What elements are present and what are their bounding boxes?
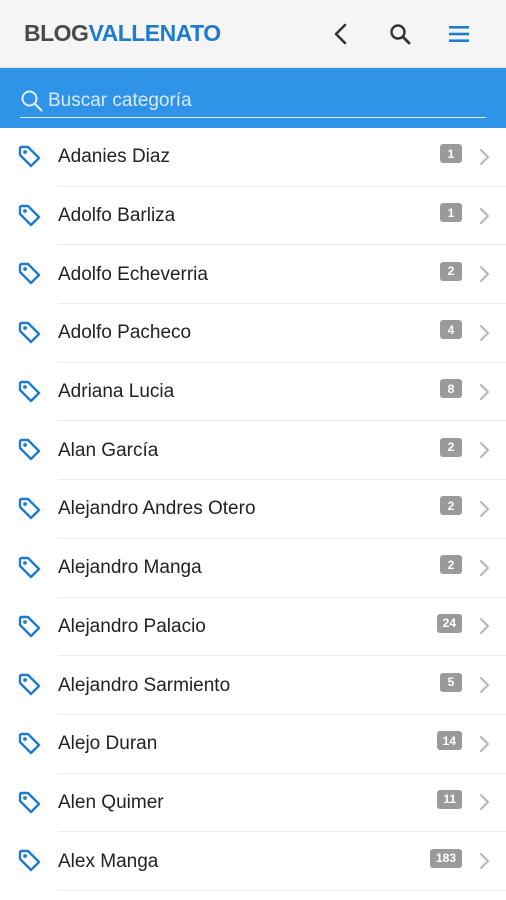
category-row[interactable]: Alejandro Palacio 24 [0, 598, 506, 657]
category-name: Alex Manga [58, 850, 159, 872]
category-name: Alejo Duran [58, 733, 158, 755]
post-count-badge: 4 [440, 320, 462, 340]
tag-icon [18, 732, 41, 755]
search-icon [389, 23, 410, 44]
category-row[interactable]: Adolfo Barliza 1 [0, 187, 506, 246]
tag-icon [18, 145, 41, 168]
chevron-right-icon [480, 324, 489, 341]
search-bar [0, 68, 506, 128]
tag-icon [18, 204, 41, 226]
tag-icon [18, 615, 41, 637]
category-name: Adolfo Barliza [58, 205, 176, 227]
post-count-badge: 183 [429, 848, 462, 868]
post-count-badge: 2 [440, 437, 462, 457]
post-count-badge: 24 [436, 613, 462, 633]
category-row[interactable]: Adolfo Pacheco 4 [0, 304, 506, 363]
category-name: Adriana Lucia [58, 381, 175, 403]
category-name: Alejandro Sarmiento [58, 674, 231, 696]
tag-icon [18, 673, 41, 696]
chevron-right-icon [480, 500, 489, 517]
back-button[interactable] [311, 0, 370, 68]
post-count-badge: 14 [436, 731, 462, 751]
post-count-badge: 11 [437, 789, 462, 809]
category-name: Alan García [58, 439, 159, 461]
chevron-right-icon [480, 559, 489, 576]
back-chevron-icon [334, 23, 346, 44]
category-name: Alen Quimer [58, 791, 164, 813]
logo-part-vallenato: VALLENATO [88, 20, 221, 46]
tag-icon [18, 556, 41, 579]
category-row[interactable]: Adanies Diaz 1 [0, 128, 506, 187]
category-row[interactable]: Adolfo Echeverria 2 [0, 245, 506, 305]
search-button[interactable] [370, 0, 429, 68]
category-name: Alejandro Andres Otero [58, 498, 256, 520]
menu-button[interactable] [429, 0, 488, 68]
tag-icon [18, 263, 41, 285]
category-name: Adolfo Echeverria [58, 263, 208, 285]
category-name: Adolfo Pacheco [58, 322, 192, 344]
post-count-badge: 2 [440, 261, 462, 281]
tag-icon [18, 497, 41, 520]
chevron-right-icon [480, 735, 489, 752]
category-row[interactable]: Alejandro Sarmiento 5 [0, 656, 506, 715]
chevron-right-icon [480, 207, 489, 224]
search-field [20, 84, 486, 118]
post-count-badge: 2 [440, 496, 462, 516]
logo-part-blog: BLOG [24, 20, 89, 46]
app-header: BLOGVALLENATO [0, 0, 506, 68]
category-row[interactable]: Adriana Lucia 8 [0, 363, 506, 422]
chevron-right-icon [480, 794, 489, 811]
post-count-badge: 8 [440, 379, 462, 399]
chevron-right-icon [480, 853, 489, 870]
category-row[interactable]: Alejo Duran 14 [0, 715, 506, 774]
chevron-right-icon [480, 148, 489, 165]
search-input[interactable] [44, 85, 486, 116]
tag-icon [18, 850, 41, 872]
category-name: Adanies Diaz [58, 146, 170, 168]
chevron-right-icon [480, 266, 489, 283]
post-count-badge: 2 [440, 555, 462, 575]
tag-icon [18, 439, 41, 461]
category-row[interactable]: Alan García 2 [0, 421, 506, 481]
category-name: Alejandro Manga [58, 557, 202, 579]
tag-icon [18, 380, 41, 402]
category-row[interactable]: Alex Manga 183 [0, 832, 506, 891]
menu-icon [448, 25, 469, 42]
chevron-right-icon [480, 618, 489, 635]
search-icon [21, 90, 43, 112]
post-count-badge: 5 [440, 672, 462, 692]
blog-logo[interactable]: BLOGVALLENATO [24, 20, 221, 47]
tag-icon [18, 321, 41, 344]
post-count-badge: 1 [440, 144, 462, 164]
chevron-right-icon [480, 383, 489, 400]
category-row[interactable]: Alejandro Andres Otero 2 [0, 480, 506, 539]
tag-icon [18, 791, 41, 813]
category-name: Alejandro Palacio [58, 615, 206, 637]
chevron-right-icon [480, 442, 489, 459]
category-row[interactable]: Alen Quimer 11 [0, 774, 506, 833]
chevron-right-icon [480, 677, 489, 694]
category-list: Adanies Diaz 1 Adolfo Barliza 1 Adolfo E… [0, 128, 506, 891]
category-row[interactable]: Alejandro Manga 2 [0, 539, 506, 598]
post-count-badge: 1 [440, 203, 462, 223]
